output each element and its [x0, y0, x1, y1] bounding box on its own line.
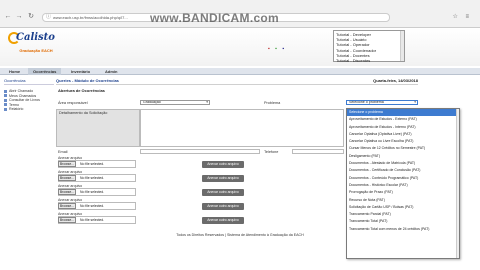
dropdown-option[interactable]: Prorrogação de Prazo (PAT): [347, 189, 459, 196]
document-icon: [4, 94, 7, 98]
no-file-text: No file selected.: [80, 204, 105, 208]
sidebar-item-label: Consultar de Livros: [9, 98, 40, 102]
email-field[interactable]: [140, 149, 260, 154]
calisto-logo[interactable]: Calisto Graduação EACH: [6, 30, 58, 66]
tutorial-scrollbar[interactable]: [400, 31, 404, 61]
dropdown-option[interactable]: Trancamento Total com menos de 24 crédit…: [347, 226, 459, 233]
dropdown-option[interactable]: Cancelar Optativa (Optativa Livre) (PAT): [347, 131, 459, 138]
sidebar-item-relatorio[interactable]: Relatório: [4, 107, 54, 112]
browse-button[interactable]: Browse...: [58, 217, 76, 223]
problem-select[interactable]: Selecione o problema ▾: [346, 100, 418, 105]
dropdown-scrollbar[interactable]: [456, 109, 459, 258]
browse-button[interactable]: Browse...: [58, 189, 76, 195]
tab-home[interactable]: Home: [4, 68, 25, 75]
area-select[interactable]: Graduação ▾: [140, 100, 210, 105]
tutorial-link[interactable]: Tutorial - Discentes: [336, 58, 402, 63]
problem-label: Problema: [264, 101, 281, 105]
sidebar: Ocorrências Abrir Chamado Meus Chamados …: [4, 78, 54, 258]
browser-menu-icons[interactable]: ☆ ≡: [452, 13, 472, 20]
dropdown-option[interactable]: Cancelar Optativa ou Livre Escolha (PAT): [347, 138, 459, 145]
dropdown-option[interactable]: Aproveitamento de Estudos - Interno (PAT…: [347, 124, 459, 131]
add-attachment-button[interactable]: Anexar outro arquivo: [202, 161, 244, 168]
dropdown-option[interactable]: Documentos - Atestado de Matrícula (PAT): [347, 160, 459, 167]
reload-icon[interactable]: ↻: [27, 13, 35, 21]
report-icon: [4, 107, 7, 111]
details-label-box: Detalhamento da Solicitação: [56, 109, 140, 147]
site-header: Calisto Graduação EACH ▪ ▪ ▪ Tutorial - …: [0, 28, 480, 66]
forward-icon[interactable]: →: [15, 13, 23, 21]
section-title: Abertura de Ocorrências: [58, 88, 105, 93]
logo-title: Calisto: [16, 32, 55, 43]
dropdown-option[interactable]: Aproveitamento de Estudos - Externo (PAT…: [347, 116, 459, 123]
document-icon: [4, 89, 7, 93]
no-file-text: No file selected.: [80, 218, 105, 222]
tutorial-list[interactable]: Tutorial - Developer Tutorial - Usuário …: [333, 30, 405, 63]
chevron-down-icon: ▾: [414, 100, 416, 104]
phone-field[interactable]: [292, 149, 344, 154]
chevron-down-icon: ▾: [206, 100, 208, 104]
problem-select-value: Selecione o problema: [349, 100, 384, 104]
sidebar-item-label: Relatório: [9, 107, 24, 111]
info-icon[interactable]: ⓘ: [46, 14, 51, 21]
phone-label: Telefone: [264, 150, 279, 154]
flag-icon[interactable]: ▪: [268, 46, 270, 52]
browse-button[interactable]: Browse...: [58, 161, 76, 167]
book-icon: [4, 98, 7, 102]
sidebar-item-label: Meus Chamados: [9, 93, 37, 98]
sidebar-heading: Ocorrências: [4, 78, 54, 85]
area-select-value: Graduação: [143, 100, 161, 104]
tab-inventario[interactable]: Inventário: [66, 68, 95, 75]
page-title: Queries - Módulo de Ocorrências: [56, 78, 119, 83]
divider: [56, 84, 418, 85]
no-file-text: No file selected.: [80, 190, 105, 194]
area-label: Área responsável: [58, 101, 88, 105]
flag-icon[interactable]: ▪: [275, 46, 277, 52]
dropdown-option[interactable]: Solicitação de Cartão USP / Bolsas (PAT): [347, 204, 459, 211]
add-attachment-button[interactable]: Anexar outro arquivo: [202, 175, 244, 182]
dropdown-option[interactable]: Cursar Menos de 12 Créditos no Semestre …: [347, 145, 459, 152]
details-label: Detalhamento da Solicitação: [59, 111, 108, 115]
dropdown-option[interactable]: Trancamento Parcial (PAT): [347, 211, 459, 218]
sidebar-item-label: Termo: [9, 102, 19, 107]
current-date: Quarta-feira, 14/03/2018: [373, 78, 418, 83]
language-flags: ▪ ▪ ▪: [268, 46, 288, 52]
tab-ocorrencias[interactable]: Ocorrências: [28, 68, 62, 75]
sidebar-item-label: Abrir Chamado: [9, 89, 34, 93]
dropdown-option[interactable]: Recurso de Nota (PAT): [347, 197, 459, 204]
dropdown-option[interactable]: Selecione o problema: [347, 109, 459, 117]
dropdown-option[interactable]: Documentos - Certificado de Conclusão (P…: [347, 167, 459, 174]
url-text: www.each.usp.br/fmss/acolhida.php/q/l7..…: [53, 15, 128, 20]
no-file-text: No file selected.: [80, 162, 105, 166]
browse-button[interactable]: Browse...: [58, 203, 76, 209]
document-icon: [4, 103, 7, 107]
no-file-text: No file selected.: [80, 176, 105, 180]
dropdown-option[interactable]: Documentos - Conteúdo Programático (PAT): [347, 175, 459, 182]
main-menu: Home Ocorrências Inventário Admin: [0, 68, 480, 75]
add-attachment-button[interactable]: Anexar outro arquivo: [202, 203, 244, 210]
recording-watermark: www.BANDICAM.com: [150, 11, 280, 25]
browser-toolbar: ← → ↻ ⓘ www.each.usp.br/fmss/acolhida.ph…: [0, 0, 480, 28]
details-textarea[interactable]: [140, 109, 344, 147]
dropdown-option[interactable]: Trancamento Total (PAT): [347, 218, 459, 225]
web-page: Calisto Graduação EACH ▪ ▪ ▪ Tutorial - …: [0, 28, 480, 270]
email-label: Email: [58, 150, 68, 154]
add-attachment-button[interactable]: Anexar outro arquivo: [202, 189, 244, 196]
problem-dropdown-list[interactable]: Selecione o problema Aproveitamento de E…: [346, 108, 460, 259]
browse-button[interactable]: Browse...: [58, 175, 76, 181]
flag-icon[interactable]: ▪: [282, 46, 284, 52]
tab-admin[interactable]: Admin: [100, 68, 122, 75]
logo-subtitle: Graduação EACH: [19, 48, 53, 53]
dropdown-option[interactable]: Documentos - Histórico Escolar (PAT): [347, 182, 459, 189]
dropdown-option[interactable]: Desligamento (PAT): [347, 153, 459, 160]
add-attachment-button[interactable]: Anexar outro arquivo: [202, 217, 244, 224]
back-icon[interactable]: ←: [4, 13, 12, 21]
